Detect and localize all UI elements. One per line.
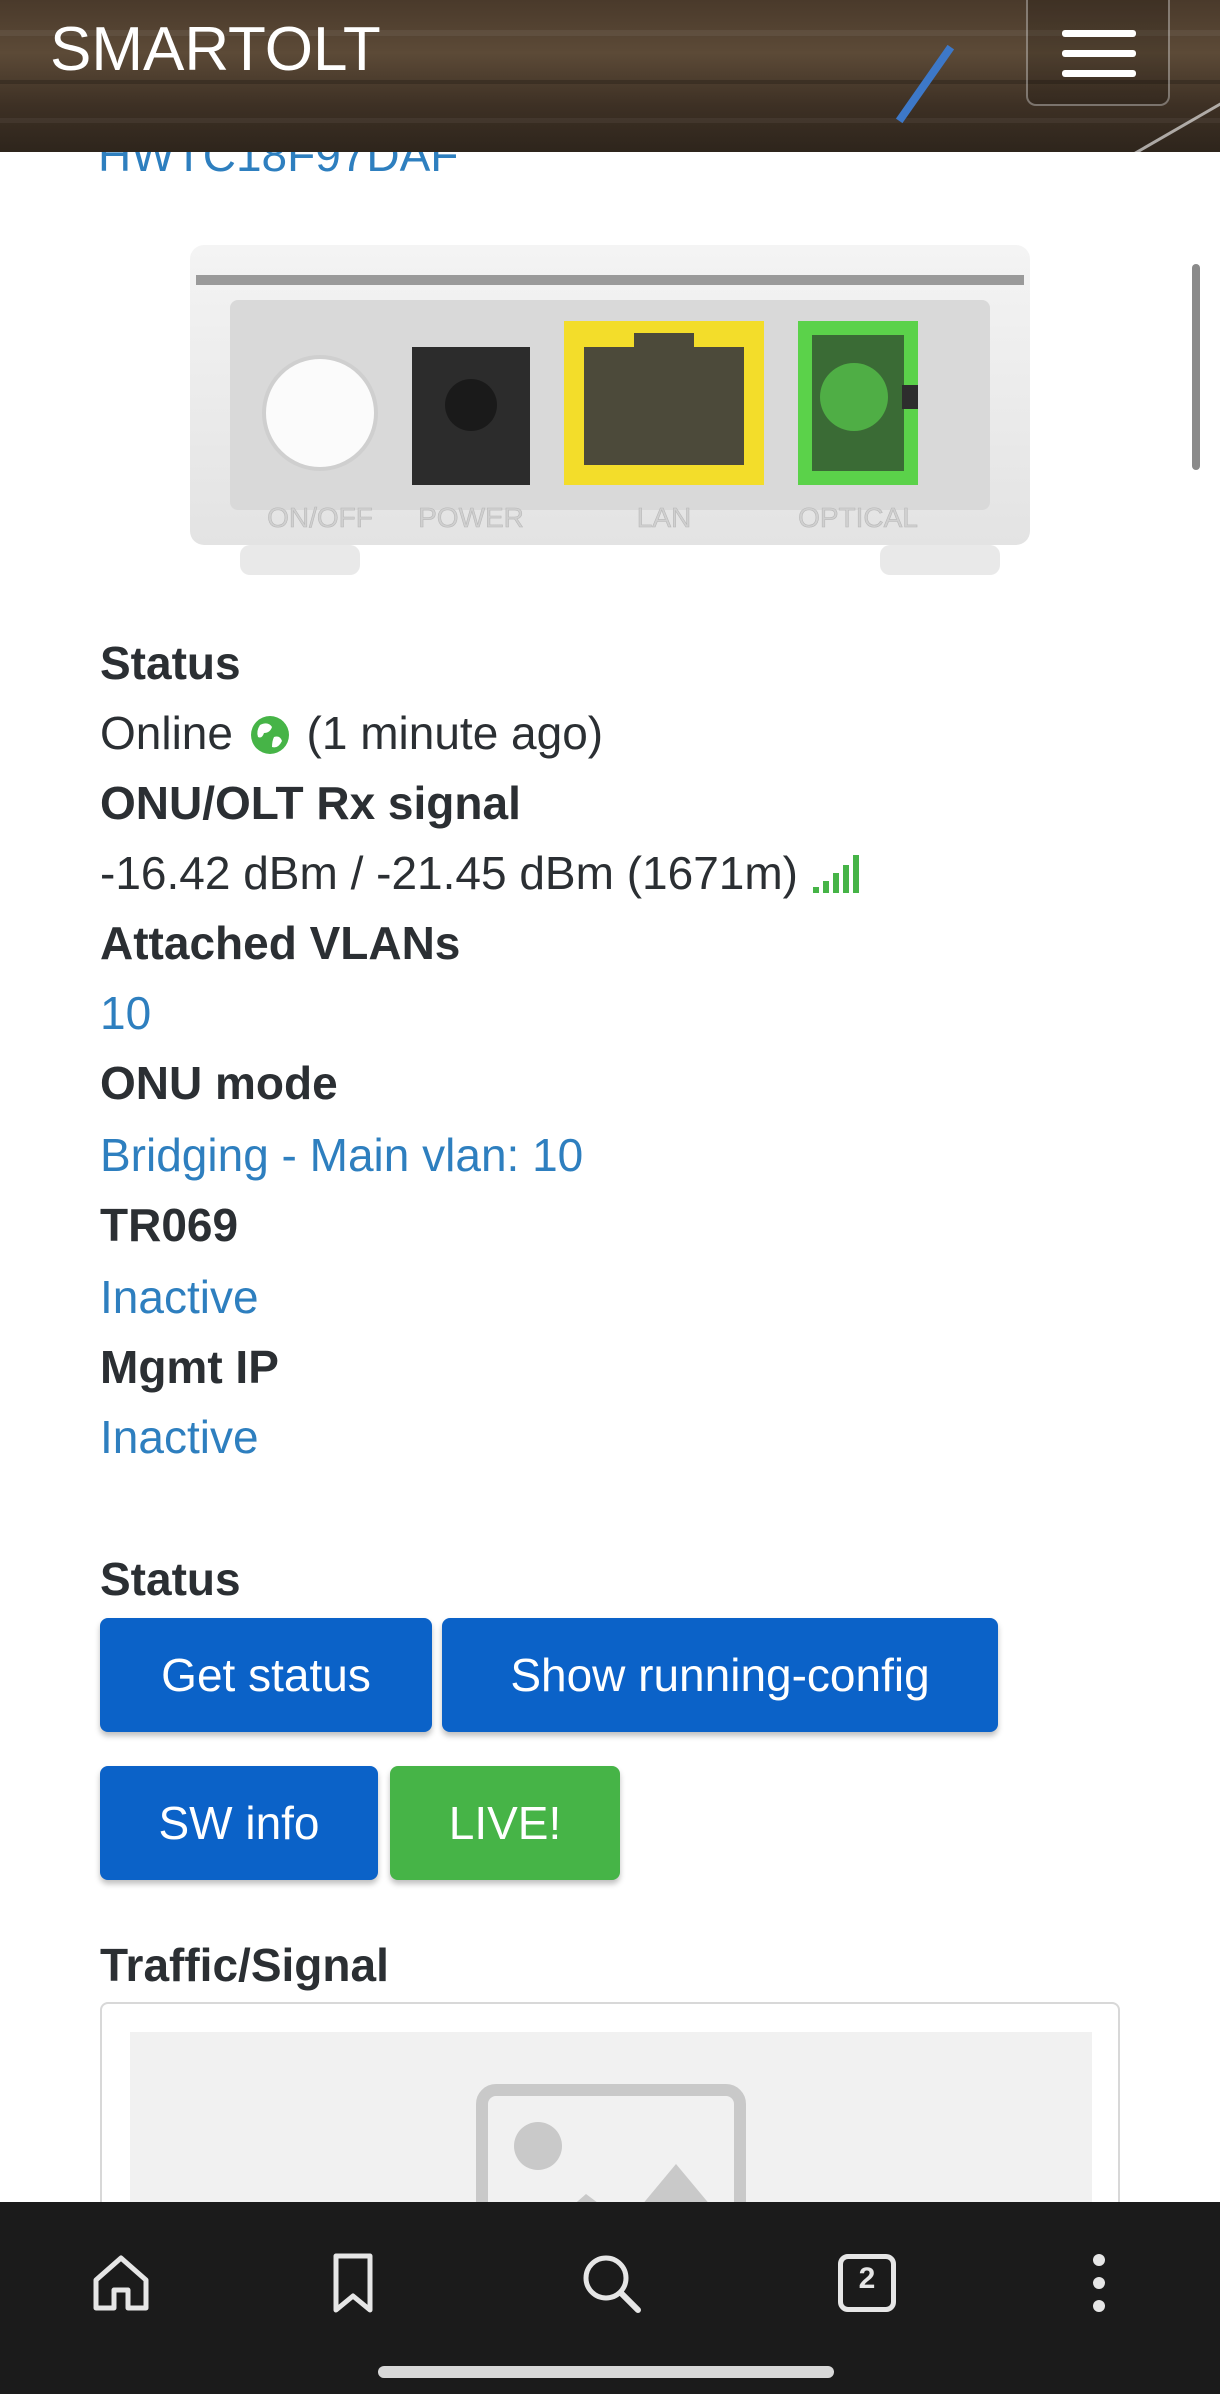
status-label: Status: [100, 637, 241, 689]
onu-mode-link[interactable]: Bridging - Main vlan: 10: [100, 1128, 583, 1182]
hamburger-icon: [1062, 50, 1136, 57]
get-status-button[interactable]: Get status: [100, 1618, 432, 1732]
vlans-label: Attached VLANs: [100, 917, 461, 969]
port-label: LAN: [637, 502, 691, 533]
header-decoration: [895, 44, 955, 124]
port-label: POWER: [418, 502, 524, 533]
signal-label: ONU/OLT Rx signal: [100, 777, 521, 829]
status-time: (1 minute ago): [306, 707, 604, 759]
sw-info-button[interactable]: SW info: [100, 1766, 378, 1880]
more-icon[interactable]: [1064, 2248, 1134, 2318]
hamburger-icon: [1062, 70, 1136, 77]
tabs-count: 2: [858, 2262, 876, 2295]
signal-value: -16.42 dBm / -21.45 dBm (1671m): [100, 847, 798, 899]
tabs-button[interactable]: 2: [832, 2248, 902, 2318]
home-icon[interactable]: [86, 2248, 156, 2318]
tr069-link[interactable]: Inactive: [100, 1270, 259, 1324]
brand-logo[interactable]: SMARTOLT: [50, 14, 381, 85]
mgmt-ip-label: Mgmt IP: [100, 1341, 279, 1393]
gesture-home-bar[interactable]: [378, 2366, 834, 2378]
live-button[interactable]: LIVE!: [390, 1766, 620, 1880]
vlans-value-link[interactable]: 10: [100, 986, 151, 1040]
status-value-row: Online (1 minute ago): [100, 706, 603, 760]
traffic-signal-title: Traffic/Signal: [100, 1939, 389, 1991]
mgmt-ip-link[interactable]: Inactive: [100, 1410, 259, 1464]
search-icon[interactable]: [576, 2248, 646, 2318]
wood-texture: [0, 118, 1220, 123]
bookmark-icon[interactable]: [318, 2248, 388, 2318]
tr069-label: TR069: [100, 1199, 239, 1251]
globe-icon: [250, 716, 289, 754]
port-label: OPTICAL: [798, 502, 918, 533]
onu-device-image: ON/OFF POWER LAN OPTICAL: [190, 245, 1030, 575]
hamburger-menu-button[interactable]: [1026, 0, 1170, 106]
page-scrollbar[interactable]: [1192, 264, 1200, 470]
port-label: ON/OFF: [267, 502, 373, 533]
signal-strength-icon: [812, 855, 859, 893]
status-section-title: Status: [100, 1553, 241, 1605]
show-running-config-button[interactable]: Show running-config: [442, 1618, 998, 1732]
status-value: Online: [100, 707, 233, 759]
power-switch-port: [262, 355, 378, 471]
signal-value-row: -16.42 dBm / -21.45 dBm (1671m): [100, 846, 863, 900]
hamburger-icon: [1062, 30, 1136, 37]
top-header: SMARTOLT: [0, 0, 1220, 152]
onu-mode-label: ONU mode: [100, 1057, 338, 1109]
